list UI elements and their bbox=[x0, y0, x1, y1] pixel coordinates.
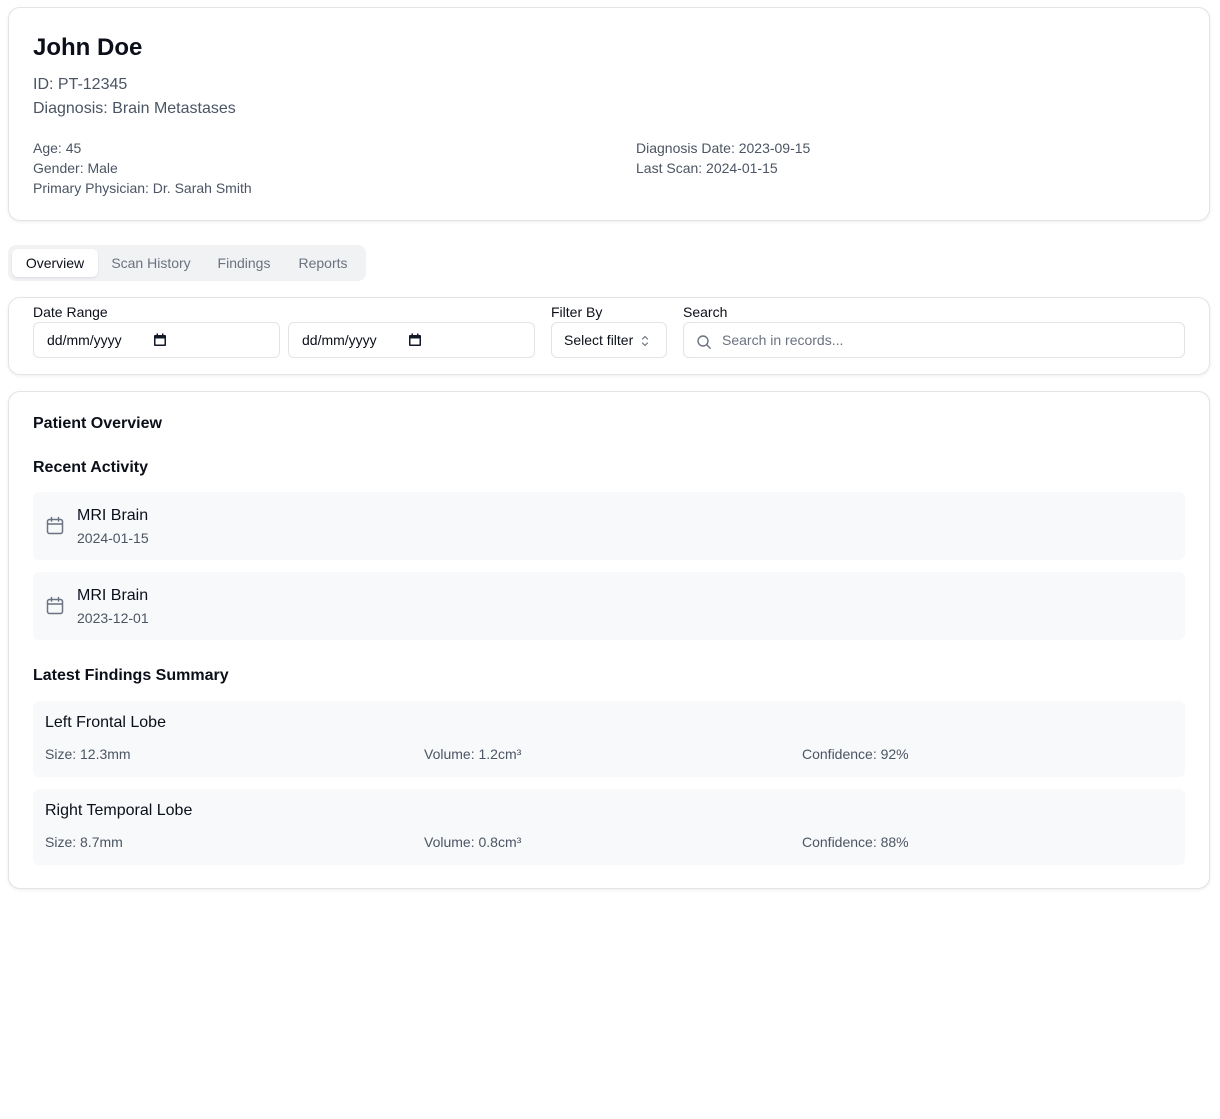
finding-confidence: Confidence: 92% bbox=[802, 746, 909, 762]
patient-header-card: John Doe ID: PT-12345 Diagnosis: Brain M… bbox=[8, 7, 1210, 221]
patient-physician: Primary Physician: Dr. Sarah Smith bbox=[33, 180, 252, 196]
tab-overview[interactable]: Overview bbox=[12, 249, 98, 277]
recent-activity-title: Recent Activity bbox=[33, 459, 148, 476]
finding-item[interactable]: Left Frontal Lobe Size: 12.3mm Volume: 1… bbox=[33, 701, 1185, 777]
finding-size: Size: 12.3mm bbox=[45, 746, 131, 762]
patient-overview-title: Patient Overview bbox=[33, 415, 162, 432]
calendar-icon bbox=[46, 596, 64, 615]
finding-location: Right Temporal Lobe bbox=[45, 802, 193, 819]
patient-name: John Doe bbox=[33, 34, 143, 61]
date-start-value: dd/mm/yyyy bbox=[47, 332, 122, 348]
patient-age: Age: 45 bbox=[33, 140, 82, 156]
date-start-input[interactable]: dd/mm/yyyy bbox=[33, 322, 280, 358]
patient-details-right: Diagnosis Date: 2023-09-15 Last Scan: 20… bbox=[636, 138, 810, 178]
finding-volume: Volume: 1.2cm³ bbox=[424, 746, 522, 762]
overview-card: Patient Overview Recent Activity MRI Bra… bbox=[8, 391, 1210, 889]
patient-last-scan: Last Scan: 2024-01-15 bbox=[636, 160, 778, 176]
filter-select[interactable]: Select filter bbox=[551, 322, 667, 358]
latest-findings-title: Latest Findings Summary bbox=[33, 667, 229, 684]
calendar-picker-icon[interactable] bbox=[408, 333, 422, 347]
activity-date: 2023-12-01 bbox=[77, 610, 149, 626]
filter-card: Date Range dd/mm/yyyy dd/mm/yyyy Filter … bbox=[8, 297, 1210, 375]
tab-scan-history[interactable]: Scan History bbox=[98, 249, 204, 277]
filter-by-label: Filter By bbox=[551, 304, 603, 320]
activity-date: 2024-01-15 bbox=[77, 530, 149, 546]
activity-title: MRI Brain bbox=[77, 587, 149, 604]
patient-dashboard: John Doe ID: PT-12345 Diagnosis: Brain M… bbox=[0, 0, 1220, 1119]
finding-confidence: Confidence: 88% bbox=[802, 834, 909, 850]
patient-diagnosis-date: Diagnosis Date: 2023-09-15 bbox=[636, 140, 811, 156]
tab-reports[interactable]: Reports bbox=[286, 249, 360, 277]
search-box bbox=[683, 322, 1185, 358]
search-label: Search bbox=[683, 304, 728, 320]
activity-title: MRI Brain bbox=[77, 507, 149, 524]
search-icon bbox=[697, 335, 711, 349]
date-end-input[interactable]: dd/mm/yyyy bbox=[288, 322, 535, 358]
patient-gender: Gender: Male bbox=[33, 160, 118, 176]
patient-diagnosis: Diagnosis: Brain Metastases bbox=[33, 100, 236, 117]
patient-id: ID: PT-12345 bbox=[33, 76, 128, 93]
finding-location: Left Frontal Lobe bbox=[45, 714, 166, 731]
finding-item[interactable]: Right Temporal Lobe Size: 8.7mm Volume: … bbox=[33, 789, 1185, 865]
activity-item[interactable]: MRI Brain 2024-01-15 bbox=[33, 492, 1185, 560]
chevron-up-down-icon bbox=[641, 335, 649, 347]
search-input[interactable] bbox=[722, 329, 1162, 351]
tab-bar: Overview Scan History Findings Reports bbox=[8, 245, 366, 281]
tab-findings[interactable]: Findings bbox=[206, 249, 282, 277]
activity-item[interactable]: MRI Brain 2023-12-01 bbox=[33, 572, 1185, 640]
date-range-label: Date Range bbox=[33, 304, 108, 320]
calendar-icon bbox=[46, 516, 64, 535]
patient-details-left: Age: 45 Gender: Male Primary Physician: … bbox=[33, 138, 252, 198]
date-end-value: dd/mm/yyyy bbox=[302, 332, 377, 348]
finding-size: Size: 8.7mm bbox=[45, 834, 123, 850]
finding-volume: Volume: 0.8cm³ bbox=[424, 834, 522, 850]
calendar-picker-icon[interactable] bbox=[153, 333, 167, 347]
filter-select-value: Select filter bbox=[564, 332, 634, 348]
